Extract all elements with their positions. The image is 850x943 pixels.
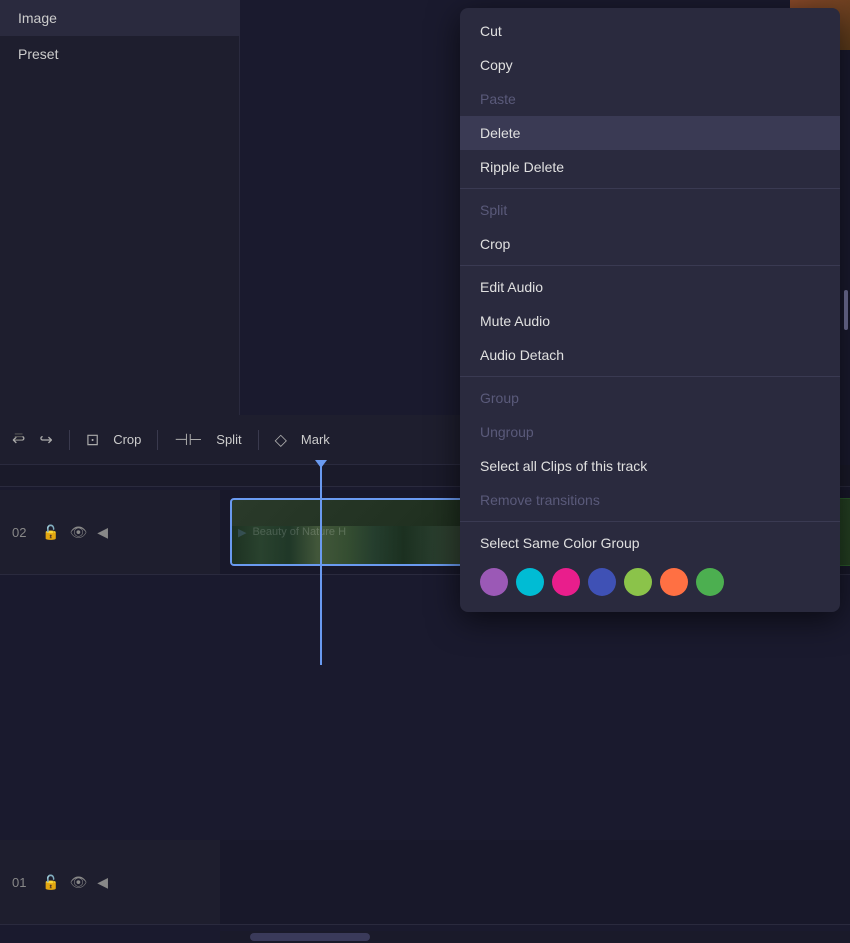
- menu-item-ungroup: Ungroup: [460, 415, 840, 449]
- menu-item-cut[interactable]: Cut: [460, 14, 840, 48]
- toolbar: ↩ ↪ ⊡ Crop ⊣⊢ Split ◇ Mark: [0, 415, 460, 465]
- playhead[interactable]: [320, 465, 322, 665]
- sidebar-item-preset[interactable]: Preset: [0, 36, 239, 72]
- split-icon: ⊣⊢: [174, 430, 202, 450]
- playhead-triangle: [315, 460, 327, 468]
- menu-item-mute-audio[interactable]: Mute Audio: [460, 304, 840, 338]
- mark-icon: ◇: [275, 430, 287, 450]
- menu-divider-2: [460, 265, 840, 266]
- crop-button[interactable]: Crop: [113, 432, 141, 447]
- menu-item-group: Group: [460, 381, 840, 415]
- menu-item-crop[interactable]: Crop: [460, 227, 840, 261]
- menu-item-edit-audio[interactable]: Edit Audio: [460, 270, 840, 304]
- menu-divider-3: [460, 376, 840, 377]
- menu-item-ripple-delete[interactable]: Ripple Delete: [460, 150, 840, 184]
- toolbar-divider-1: [69, 430, 70, 450]
- sidebar-item-image[interactable]: Image: [0, 0, 239, 36]
- color-swatch-purple[interactable]: [480, 568, 508, 596]
- track-number-01: 01: [12, 875, 32, 890]
- horizontal-scrollbar[interactable]: [220, 931, 850, 943]
- color-swatch-olive[interactable]: [624, 568, 652, 596]
- track-eye-icon-02[interactable]: 👁: [69, 524, 87, 541]
- color-swatch-orange[interactable]: [660, 568, 688, 596]
- track-eye-icon-01[interactable]: 👁: [69, 874, 87, 891]
- menu-item-copy[interactable]: Copy: [460, 48, 840, 82]
- toolbar-divider-3: [258, 430, 259, 450]
- scroll-indicator: [844, 290, 848, 330]
- timeline-menu-icon[interactable]: ≡: [14, 430, 23, 446]
- split-button[interactable]: Split: [216, 432, 241, 447]
- menu-item-select-all-clips[interactable]: Select all Clips of this track: [460, 449, 840, 483]
- color-swatch-pink[interactable]: [552, 568, 580, 596]
- track-controls-01: 01 🔓 👁 ◀: [0, 840, 220, 924]
- menu-divider-1: [460, 188, 840, 189]
- track-content-01: [220, 840, 850, 924]
- redo-button[interactable]: ↪: [39, 430, 52, 450]
- track-lock-icon-01[interactable]: 🔓: [42, 874, 59, 891]
- scrollbar-thumb[interactable]: [250, 933, 370, 941]
- toolbar-divider-2: [157, 430, 158, 450]
- color-swatch-green[interactable]: [696, 568, 724, 596]
- menu-item-paste: Paste: [460, 82, 840, 116]
- mark-button[interactable]: Mark: [301, 432, 330, 447]
- menu-item-select-color-group[interactable]: Select Same Color Group: [460, 526, 840, 560]
- track-controls-02: 02 🔓 👁 ◀: [0, 490, 220, 574]
- menu-divider-4: [460, 521, 840, 522]
- color-swatches: [460, 560, 840, 606]
- track-lock-icon-02[interactable]: 🔓: [42, 524, 59, 541]
- context-menu: Cut Copy Paste Delete Ripple Delete Spli…: [460, 8, 840, 612]
- color-swatch-blue[interactable]: [588, 568, 616, 596]
- menu-item-split: Split: [460, 193, 840, 227]
- color-swatch-cyan[interactable]: [516, 568, 544, 596]
- track-number-02: 02: [12, 525, 32, 540]
- left-panel: Image Preset: [0, 0, 240, 415]
- crop-icon: ⊡: [86, 430, 99, 450]
- menu-item-audio-detach[interactable]: Audio Detach: [460, 338, 840, 372]
- menu-item-delete[interactable]: Delete: [460, 116, 840, 150]
- track-audio-icon-02[interactable]: ◀: [97, 524, 108, 541]
- menu-item-remove-transitions: Remove transitions: [460, 483, 840, 517]
- track-row-01: 01 🔓 👁 ◀: [0, 840, 850, 925]
- track-audio-icon-01[interactable]: ◀: [97, 874, 108, 891]
